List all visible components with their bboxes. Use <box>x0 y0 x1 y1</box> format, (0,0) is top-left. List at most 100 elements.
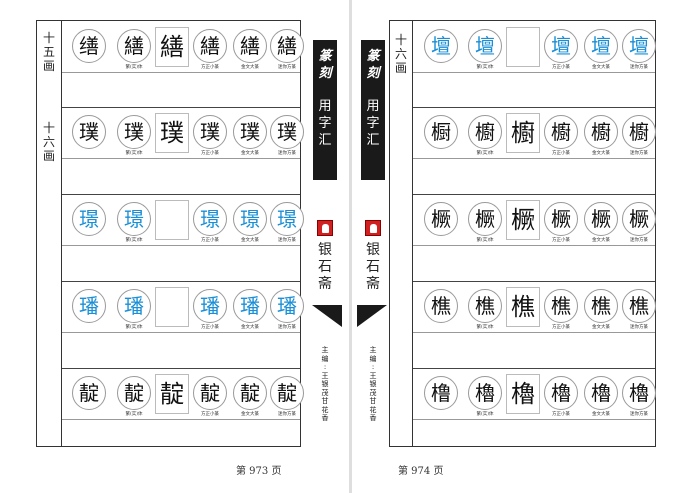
glyph-cell: 樵 <box>468 289 502 323</box>
glyph-cell: 櫥 <box>622 115 656 149</box>
glyph-cell: 壇 <box>468 29 502 63</box>
glyph-caption: 金文大篆 <box>592 238 610 243</box>
glyph-cell: 璞 <box>193 115 227 149</box>
left-page-number: 第 973 页 <box>236 466 282 477</box>
glyph-caption: 金文大篆 <box>592 65 610 70</box>
glyph-caption: 金文大篆 <box>241 151 259 156</box>
left-seal-icon <box>317 220 333 236</box>
glyph-cell: 繕 <box>270 29 304 63</box>
glyph-cell: 璠 <box>270 289 304 323</box>
glyph-cell: 橛 <box>544 202 578 236</box>
glyph-caption: 迷你方篆 <box>278 412 296 417</box>
glyph-caption: 繁(实)体 <box>476 151 494 156</box>
glyph-caption: 方正小篆 <box>201 325 219 330</box>
glyph-caption: 方正小篆 <box>201 412 219 417</box>
row-inner-divider <box>62 245 300 246</box>
glyph-cell: 璟 <box>193 202 227 236</box>
right-page-number: 第 974 页 <box>398 466 444 477</box>
left-spine-notch <box>312 305 342 327</box>
right-spine-notch <box>357 305 387 327</box>
glyph-cell: 壇 <box>584 29 618 63</box>
row-inner-divider <box>62 332 300 333</box>
glyph-cell: 樵 <box>544 289 578 323</box>
glyph-caption: 金文大篆 <box>241 412 259 417</box>
row-divider <box>413 281 655 282</box>
glyph-cell: 橛 <box>584 202 618 236</box>
glyph-caption: 迷你方篆 <box>630 65 648 70</box>
glyph-cell: 樵 <box>424 289 458 323</box>
glyph-cell: 櫥 <box>506 113 540 153</box>
glyph-cell: 樵 <box>622 289 656 323</box>
glyph-cell: 靛 <box>233 376 267 410</box>
row-divider <box>62 368 300 369</box>
row-inner-divider <box>413 158 655 159</box>
glyph-cell: 樵 <box>584 289 618 323</box>
glyph-cell: 璞 <box>270 115 304 149</box>
glyph-caption: 繁(实)体 <box>125 325 143 330</box>
row-inner-divider <box>62 158 300 159</box>
glyph-caption: 金文大篆 <box>241 238 259 243</box>
glyph-cell: 櫓 <box>584 376 618 410</box>
glyph-cell: 靛 <box>117 376 151 410</box>
row-divider <box>413 368 655 369</box>
glyph-cell: 靛 <box>155 374 189 414</box>
glyph-cell: 璠 <box>72 289 106 323</box>
glyph-caption: 方正小篆 <box>201 65 219 70</box>
glyph-cell: 璞 <box>155 113 189 153</box>
glyph-cell: 璠 <box>233 289 267 323</box>
glyph-cell: 櫥 <box>468 115 502 149</box>
glyph-caption: 繁(实)体 <box>125 238 143 243</box>
glyph-cell: 櫓 <box>544 376 578 410</box>
glyph-cell: 櫓 <box>468 376 502 410</box>
left-editor-credit: 主编:王银茂甘花香 <box>321 346 329 422</box>
glyph-caption: 繁(实)体 <box>125 151 143 156</box>
glyph-cell: 璞 <box>117 115 151 149</box>
glyph-caption: 迷你方篆 <box>630 325 648 330</box>
glyph-caption: 方正小篆 <box>552 65 570 70</box>
glyph-caption: 迷你方篆 <box>630 412 648 417</box>
right-publisher: 银石斋 <box>366 242 380 292</box>
glyph-caption: 繁(实)体 <box>476 238 494 243</box>
glyph-caption: 方正小篆 <box>201 238 219 243</box>
glyph-cell: 壇 <box>622 29 656 63</box>
glyph-cell <box>155 200 189 240</box>
row-divider <box>413 194 655 195</box>
glyph-cell: 樵 <box>506 287 540 327</box>
glyph-caption: 迷你方篆 <box>278 65 296 70</box>
glyph-caption: 繁(实)体 <box>125 65 143 70</box>
row-inner-divider <box>413 332 655 333</box>
glyph-cell: 靛 <box>270 376 304 410</box>
row-divider <box>62 194 300 195</box>
glyph-cell: 靛 <box>193 376 227 410</box>
left-spine-title: 用字汇 <box>318 99 332 148</box>
row-inner-divider <box>62 72 300 73</box>
glyph-caption: 繁(实)体 <box>476 65 494 70</box>
glyph-caption: 金文大篆 <box>592 325 610 330</box>
left-spine-title-script: 篆刻 <box>318 49 332 81</box>
glyph-cell: 壇 <box>544 29 578 63</box>
glyph-caption: 迷你方篆 <box>630 238 648 243</box>
glyph-cell: 繕 <box>155 27 189 67</box>
glyph-caption: 金文大篆 <box>592 151 610 156</box>
glyph-cell: 橹 <box>424 376 458 410</box>
glyph-cell: 橛 <box>622 202 656 236</box>
row-inner-divider <box>413 245 655 246</box>
right-editor-credit: 主编:王银茂甘花香 <box>369 346 377 422</box>
row-divider <box>413 107 655 108</box>
right-spine-title-script: 篆刻 <box>366 49 380 81</box>
row-inner-divider <box>413 72 655 73</box>
glyph-cell: 璞 <box>72 115 106 149</box>
glyph-cell: 璞 <box>233 115 267 149</box>
glyph-cell: 缮 <box>72 29 106 63</box>
glyph-caption: 方正小篆 <box>552 151 570 156</box>
row-divider <box>62 281 300 282</box>
glyph-cell: 櫓 <box>506 374 540 414</box>
glyph-caption: 迷你方篆 <box>630 151 648 156</box>
glyph-caption: 方正小篆 <box>552 238 570 243</box>
glyph-cell: 璟 <box>270 202 304 236</box>
glyph-caption: 方正小篆 <box>552 412 570 417</box>
right-section-16-label: 十六画 <box>390 21 413 446</box>
glyph-caption: 迷你方篆 <box>278 151 296 156</box>
glyph-cell <box>155 287 189 327</box>
glyph-caption: 繁(实)体 <box>476 325 494 330</box>
